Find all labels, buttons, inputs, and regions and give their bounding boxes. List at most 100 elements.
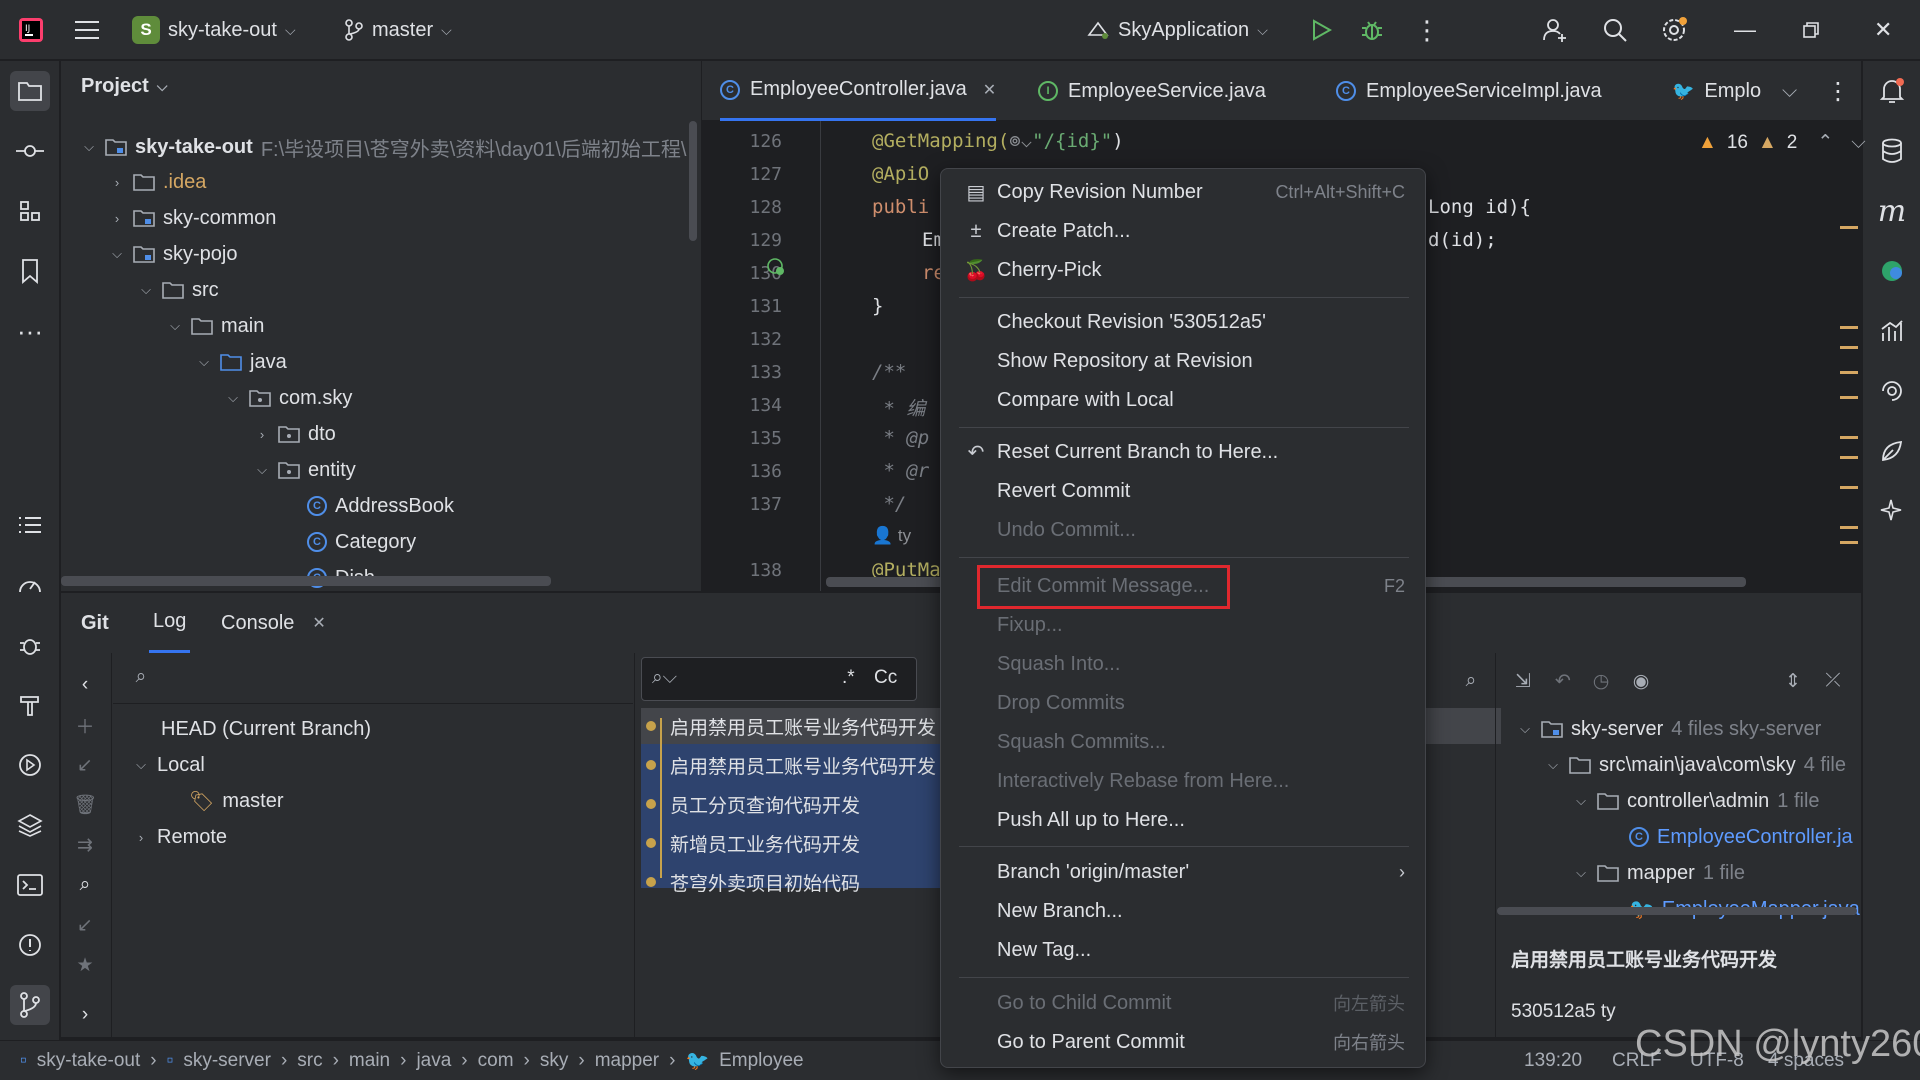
merge-icon[interactable]: ⇉ xyxy=(73,833,97,857)
tab-employee-service[interactable]: I EmployeeService.java xyxy=(1038,61,1266,121)
breadcrumb-item[interactable]: src xyxy=(297,1050,322,1072)
tree-node-sky-pojo[interactable]: ⌵ sky-pojo xyxy=(109,238,237,270)
inspection-widget[interactable]: ▲ 16 ▲ 2 ⌃ ⌵ xyxy=(1698,131,1866,154)
tab-git[interactable]: Git xyxy=(81,593,109,653)
tree-node-main[interactable]: ⌵ main xyxy=(167,310,264,342)
changes-mapper-dir[interactable]: ⌵ mapper 1 file xyxy=(1573,857,1745,889)
menu-checkout-revision[interactable]: Checkout Revision '530512a5' xyxy=(951,304,1417,340)
more-actions-icon[interactable]: ⋮ xyxy=(1414,0,1440,60)
chevron-up-icon[interactable]: ⌃ xyxy=(1817,131,1833,154)
menu-new-branch[interactable]: New Branch... xyxy=(951,893,1417,929)
chevron-down-icon[interactable]: ⌵ xyxy=(1851,132,1865,154)
terminal-tool-button[interactable] xyxy=(10,865,50,905)
sync-button[interactable] xyxy=(1872,371,1912,411)
tab-console[interactable]: Console ✕ xyxy=(221,593,326,653)
collapse-panel-icon[interactable]: ‹ xyxy=(73,673,97,697)
changes-controller-dir[interactable]: ⌵ controller\admin 1 file xyxy=(1573,785,1819,817)
branch-head[interactable]: HEAD (Current Branch) xyxy=(161,713,371,745)
code-line-127[interactable]: @ApiO xyxy=(872,163,929,185)
breadcrumb-item[interactable]: sky xyxy=(540,1050,569,1072)
add-user-button[interactable] xyxy=(1542,0,1568,60)
menu-cherry-pick[interactable]: 🍒 Cherry-Pick xyxy=(951,252,1417,288)
star-icon[interactable]: ★ xyxy=(73,953,97,977)
tree-node-dto[interactable]: › dto xyxy=(254,418,336,450)
debug-tool-button[interactable] xyxy=(10,625,50,665)
branch-master[interactable]: 🏷 master xyxy=(189,785,284,817)
restore-button[interactable] xyxy=(1802,0,1820,60)
tree-node-java[interactable]: ⌵ java xyxy=(196,346,287,378)
tab-employee-controller[interactable]: C EmployeeController.java ✕ xyxy=(720,61,997,121)
changes-scrollbar[interactable] xyxy=(1497,907,1857,915)
commit-row[interactable]: 新增员工业务代码开发 xyxy=(646,825,946,861)
branch-selector[interactable]: master ⌵ xyxy=(344,0,452,60)
tab-employee-mapper[interactable]: 🐦 Emplo xyxy=(1672,61,1761,121)
code-line-136[interactable]: * @r xyxy=(872,460,929,482)
search-icon[interactable]: ⌕ xyxy=(73,873,97,897)
match-case-toggle[interactable]: Cc xyxy=(874,667,897,689)
code-line-131[interactable]: } xyxy=(872,295,883,317)
code-line-137[interactable]: */ xyxy=(872,493,906,515)
git-tool-button[interactable] xyxy=(10,985,50,1025)
branch-group-remote[interactable]: › Remote xyxy=(133,821,227,853)
tree-node-entity[interactable]: ⌵ entity xyxy=(254,454,356,486)
structure-tool-button[interactable] xyxy=(10,191,50,231)
app-logo-icon[interactable]: IJ xyxy=(18,0,44,60)
commit-row[interactable]: 员工分页查询代码开发 xyxy=(646,786,946,822)
close-button[interactable]: ✕ xyxy=(1874,0,1892,60)
project-tool-button[interactable] xyxy=(10,71,50,111)
diff-icon[interactable]: ⇲ xyxy=(1511,669,1535,693)
changes-path[interactable]: ⌵ src\main\java\com\sky 4 file xyxy=(1545,749,1846,781)
code-line-126[interactable]: @GetMapping(⊚⌵"/{id}") xyxy=(872,130,1124,152)
tab-log[interactable]: Log xyxy=(149,593,191,653)
tree-node-sky-common[interactable]: › sky-common xyxy=(109,202,277,234)
run-button[interactable] xyxy=(1310,0,1332,60)
ai-assistant-button[interactable] xyxy=(1872,251,1912,291)
menu-push-all-up[interactable]: Push All up to Here... xyxy=(951,802,1417,838)
menu-revert-commit[interactable]: Revert Commit xyxy=(951,473,1417,509)
menu-new-tag[interactable]: New Tag... xyxy=(951,932,1417,968)
tree-node-addressbook[interactable]: C AddressBook xyxy=(307,490,454,522)
spring-bean-gutter-icon[interactable] xyxy=(766,257,786,277)
search-button[interactable] xyxy=(1602,0,1628,60)
vertical-scrollbar[interactable] xyxy=(689,121,697,241)
expand-collapse-icon[interactable]: ⇕ xyxy=(1781,669,1805,693)
notifications-button[interactable] xyxy=(1872,71,1912,111)
expand-panel-icon[interactable]: › xyxy=(73,1003,97,1027)
add-icon[interactable]: ＋ xyxy=(73,713,97,738)
menu-show-repository[interactable]: Show Repository at Revision xyxy=(951,343,1417,379)
project-selector[interactable]: S sky-take-out ⌵ xyxy=(132,0,296,60)
settings-button[interactable] xyxy=(1660,0,1688,60)
todo-tool-button[interactable] xyxy=(10,505,50,545)
delete-icon[interactable]: 🗑 xyxy=(73,793,97,817)
breadcrumb-item[interactable]: main xyxy=(349,1050,390,1072)
project-panel-title[interactable]: Project ⌵ xyxy=(81,75,167,98)
menu-branch-origin-master[interactable]: Branch 'origin/master' › xyxy=(951,854,1417,890)
main-menu-icon[interactable] xyxy=(74,0,100,60)
collapse-all-icon[interactable]: ⤫ xyxy=(1821,669,1845,693)
commit-row[interactable]: 启用禁用员工账号业务代码开发 xyxy=(646,708,946,744)
update-icon[interactable]: ↙ xyxy=(73,913,97,937)
tree-node-com-sky[interactable]: ⌵ com.sky xyxy=(225,382,352,414)
checkout-icon[interactable]: ↙ xyxy=(73,753,97,777)
menu-compare-local[interactable]: Compare with Local xyxy=(951,382,1417,418)
database-button[interactable] xyxy=(1872,131,1912,171)
breadcrumb-item[interactable]: mapper xyxy=(595,1050,659,1072)
ai-sparkle-button[interactable] xyxy=(1872,491,1912,531)
tree-node-idea[interactable]: › .idea xyxy=(109,166,207,198)
endpoints-button[interactable] xyxy=(1872,311,1912,351)
history-icon[interactable]: ◷ xyxy=(1589,669,1613,693)
layers-tool-button[interactable] xyxy=(10,805,50,845)
minimize-button[interactable]: — xyxy=(1734,0,1756,60)
horizontal-scrollbar[interactable] xyxy=(61,576,551,586)
code-line-135[interactable]: * @p xyxy=(872,427,929,449)
code-line-133[interactable]: /** xyxy=(872,361,906,383)
tree-node-category[interactable]: C Category xyxy=(307,526,416,558)
breadcrumb-item[interactable]: com xyxy=(478,1050,514,1072)
eye-icon[interactable]: ◉ xyxy=(1629,669,1653,693)
revert-icon[interactable]: ↶ xyxy=(1551,669,1575,693)
debug-button[interactable] xyxy=(1360,0,1384,60)
tree-node-root[interactable]: ⌵ sky-take-out F:\毕设项目\苍穹外卖\资料\day01\后端初… xyxy=(81,131,686,163)
commit-row[interactable]: 启用禁用员工账号业务代码开发 xyxy=(646,747,946,783)
search-icon[interactable]: ⌕ xyxy=(129,665,153,689)
tabs-dropdown-icon[interactable]: ⌵ xyxy=(1782,61,1797,121)
